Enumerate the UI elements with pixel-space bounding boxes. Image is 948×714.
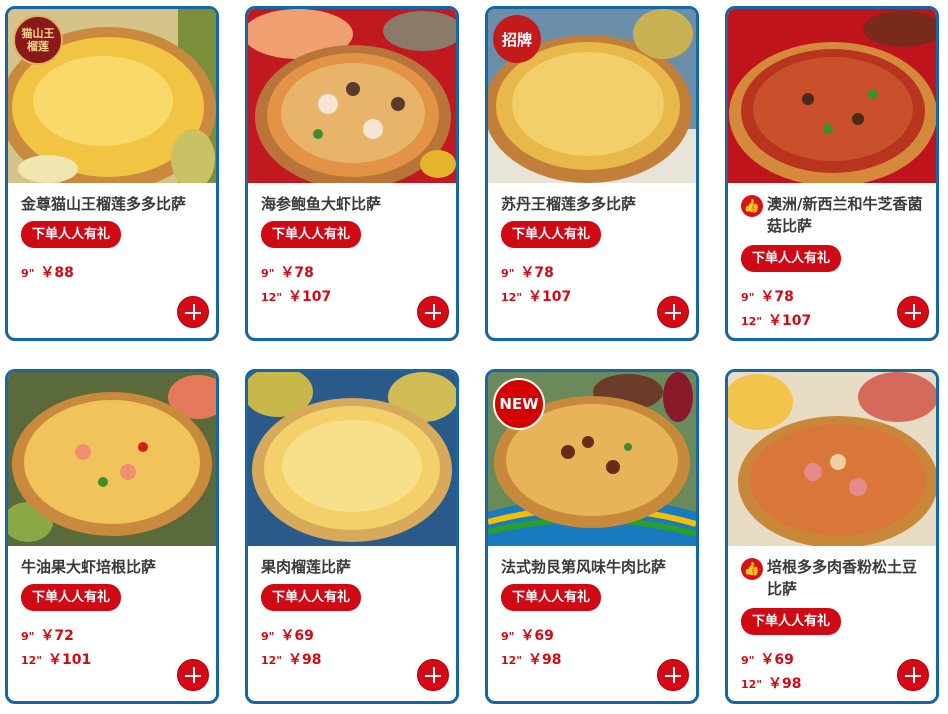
product-name[interactable]: 金尊猫山王榴莲多多比萨 [21, 193, 186, 215]
plus-circle-icon[interactable] [177, 659, 209, 691]
pizza-image [728, 9, 936, 183]
price-row: 12" ￥98 [261, 652, 322, 668]
promo-tag: 下单人人有礼 [741, 608, 842, 635]
plus-circle-icon[interactable] [417, 659, 449, 691]
price-row: 9" ￥69 [741, 652, 794, 668]
plus-circle-icon[interactable] [417, 296, 449, 328]
price-row: 9" ￥72 [21, 628, 74, 644]
promo-tag: 下单人人有礼 [261, 584, 362, 611]
price-row: 9" ￥88 [21, 265, 74, 281]
promo-tag: 下单人人有礼 [21, 584, 122, 611]
thumbs-up-icon: 👍 [741, 195, 763, 217]
product-photo[interactable] [248, 9, 456, 183]
product-card[interactable]: 海参鲍鱼大虾比萨 下单人人有礼 9" ￥78 12" ￥107 [245, 6, 459, 341]
product-card[interactable]: 👍 澳洲/新西兰和牛芝香菌菇比萨 下单人人有礼 9" ￥78 12" ￥107 [725, 6, 939, 341]
pizza-image [8, 372, 216, 546]
pizza-image [248, 372, 456, 546]
product-card[interactable]: 牛油果大虾培根比萨 下单人人有礼 9" ￥72 12" ￥101 [5, 369, 219, 704]
thumbs-up-icon: 👍 [741, 558, 763, 580]
promo-tag: 下单人人有礼 [261, 221, 362, 248]
price-row: 12" ￥107 [261, 289, 332, 305]
product-card[interactable]: 招牌 苏丹王榴莲多多比萨 下单人人有礼 9" ￥78 12" ￥107 [485, 6, 699, 341]
product-name[interactable]: 澳洲/新西兰和牛芝香菌菇比萨 [767, 193, 929, 237]
promo-tag: 下单人人有礼 [21, 221, 122, 248]
product-photo[interactable]: 招牌 [488, 9, 696, 183]
product-card[interactable]: NEW 法式勃艮第风味牛肉比萨 下单人人有礼 9" ￥69 12" ￥98 [485, 369, 699, 704]
plus-circle-icon[interactable] [657, 659, 689, 691]
product-name[interactable]: 果肉榴莲比萨 [261, 556, 351, 578]
product-name[interactable]: 培根多多肉香粉松土豆比萨 [767, 556, 929, 600]
product-card[interactable]: 果肉榴莲比萨 下单人人有礼 9" ￥69 12" ￥98 [245, 369, 459, 704]
pizza-image [248, 9, 456, 183]
product-card[interactable]: 👍 培根多多肉香粉松土豆比萨 下单人人有礼 9" ￥69 12" ￥98 [725, 369, 939, 704]
product-photo[interactable] [728, 372, 936, 546]
promo-tag: 下单人人有礼 [501, 221, 602, 248]
price-row: 9" ￥78 [261, 265, 314, 281]
new-badge: NEW [493, 378, 545, 430]
price-row: 12" ￥107 [741, 313, 812, 329]
product-photo[interactable]: 猫山王 榴莲 [8, 9, 216, 183]
price-row: 12" ￥98 [501, 652, 562, 668]
product-photo[interactable]: NEW [488, 372, 696, 546]
pizza-image [728, 372, 936, 546]
promo-tag: 下单人人有礼 [741, 245, 842, 272]
product-grid: 猫山王 榴莲 金尊猫山王榴莲多多比萨 下单人人有礼 9" ￥88 海参鲍鱼大虾比… [0, 0, 948, 714]
price-row: 9" ￥69 [261, 628, 314, 644]
product-name[interactable]: 法式勃艮第风味牛肉比萨 [501, 556, 666, 578]
plus-circle-icon[interactable] [897, 659, 929, 691]
plus-circle-icon[interactable] [657, 296, 689, 328]
product-photo[interactable] [248, 372, 456, 546]
product-name[interactable]: 苏丹王榴莲多多比萨 [501, 193, 636, 215]
price-row: 12" ￥98 [741, 676, 802, 692]
price-row: 9" ￥78 [741, 289, 794, 305]
product-card[interactable]: 猫山王 榴莲 金尊猫山王榴莲多多比萨 下单人人有礼 9" ￥88 [5, 6, 219, 341]
price-row: 12" ￥101 [21, 652, 92, 668]
product-name[interactable]: 海参鲍鱼大虾比萨 [261, 193, 381, 215]
price-row: 9" ￥69 [501, 628, 554, 644]
product-photo[interactable] [8, 372, 216, 546]
brand-logo-badge: 猫山王 榴莲 [13, 15, 63, 65]
product-photo[interactable] [728, 9, 936, 183]
price-row: 12" ￥107 [501, 289, 572, 305]
signature-badge: 招牌 [493, 15, 541, 63]
product-name[interactable]: 牛油果大虾培根比萨 [21, 556, 156, 578]
promo-tag: 下单人人有礼 [501, 584, 602, 611]
price-row: 9" ￥78 [501, 265, 554, 281]
plus-circle-icon[interactable] [177, 296, 209, 328]
plus-circle-icon[interactable] [897, 296, 929, 328]
